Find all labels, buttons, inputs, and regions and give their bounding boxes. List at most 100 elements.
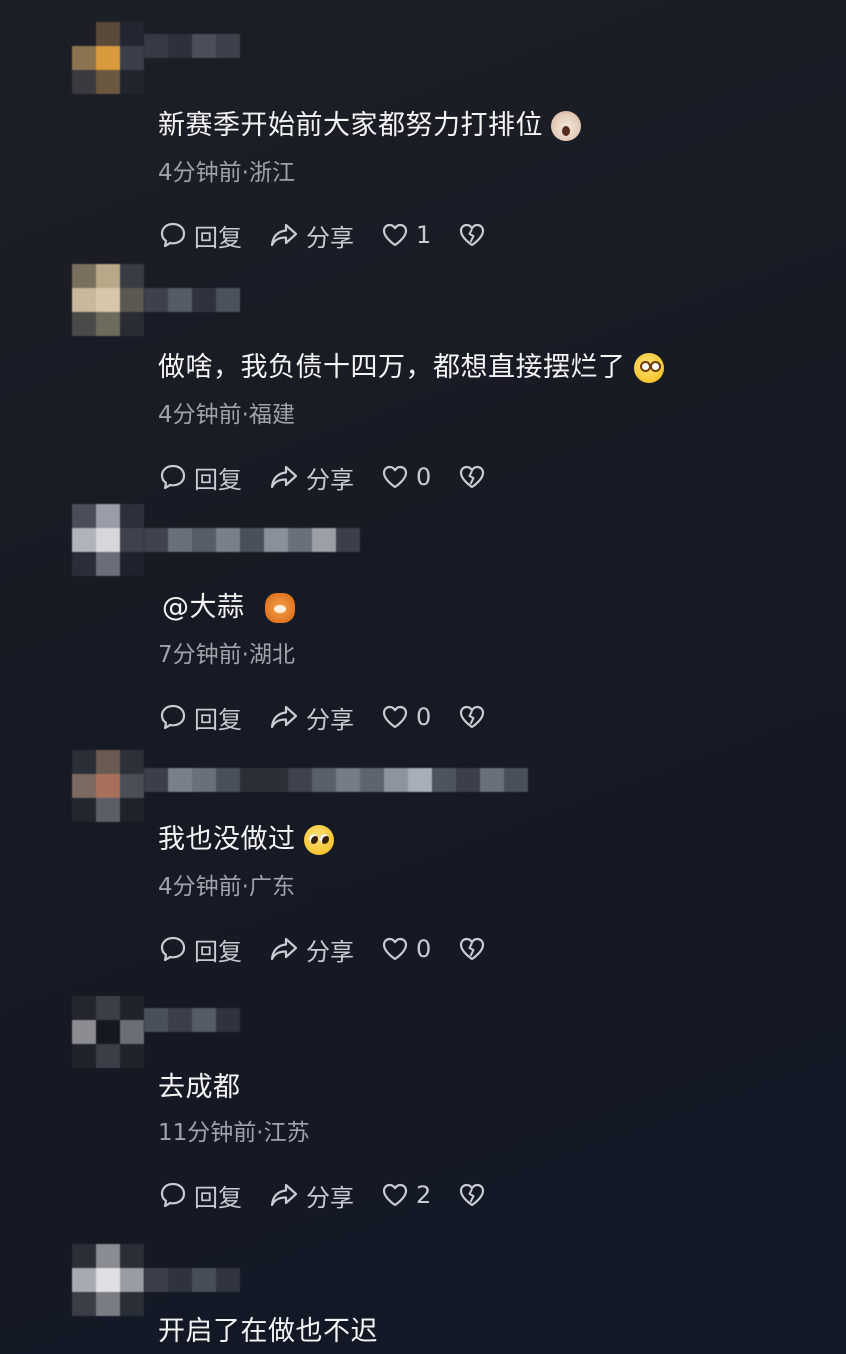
like-button[interactable]: 1: [380, 220, 431, 250]
avatar[interactable]: [72, 750, 144, 822]
like-count: 2: [416, 1181, 432, 1209]
share-arrow-icon: [270, 223, 298, 247]
dislike-button[interactable]: [457, 934, 493, 964]
reply-button[interactable]: 回复: [158, 1178, 242, 1213]
mention-link[interactable]: @大蒜: [162, 590, 245, 626]
share-button[interactable]: 分享: [268, 1178, 354, 1213]
share-label: 分享: [306, 223, 354, 252]
heart-icon: [382, 465, 408, 489]
comment-text: 我也没做过: [158, 822, 334, 858]
share-button[interactable]: 分享: [268, 932, 354, 967]
dislike-button[interactable]: [457, 702, 493, 732]
comment-actions: 回复 分享 1: [158, 218, 493, 252]
like-count: 1: [416, 221, 432, 249]
comment-body: 开启了在做也不迟: [158, 1316, 378, 1347]
reply-label: 回复: [194, 705, 242, 734]
comment-text: 做啥，我负债十四万，都想直接摆烂了: [158, 350, 664, 386]
broken-heart-icon: [460, 465, 485, 489]
reply-button[interactable]: 回复: [158, 460, 242, 495]
username-redacted[interactable]: [144, 1268, 240, 1292]
comment-location: 福建: [248, 402, 295, 428]
eye-roll-face-emoji-icon: [633, 353, 664, 383]
pleading-face-emoji-icon: [303, 825, 334, 855]
like-button[interactable]: 0: [380, 462, 431, 492]
comment-text: 去成都: [158, 1070, 241, 1106]
avatar[interactable]: [72, 504, 144, 576]
reply-label: 回复: [194, 1183, 242, 1212]
dislike-button[interactable]: [457, 220, 493, 250]
comment-item: 开启了在做也不迟: [0, 1244, 846, 1354]
comment-time: 4分钟前: [158, 874, 242, 900]
like-count: 0: [416, 463, 432, 491]
avatar[interactable]: [72, 996, 144, 1068]
reply-label: 回复: [194, 465, 242, 494]
comment-location: 广东: [248, 874, 295, 900]
username-redacted[interactable]: [144, 528, 360, 552]
comment-time: 4分钟前: [158, 402, 242, 428]
tiger-face-emoji-icon: [264, 593, 295, 623]
comment-list: 新赛季开始前大家都努力打排位 4分钟前·浙江 回复 分享 1 做啥，我负债十四万…: [0, 0, 846, 1354]
username-redacted[interactable]: [144, 34, 240, 58]
share-button[interactable]: 分享: [268, 700, 354, 735]
reply-label: 回复: [194, 937, 242, 966]
like-button[interactable]: 0: [380, 702, 431, 732]
username-redacted[interactable]: [144, 288, 240, 312]
avatar[interactable]: [72, 264, 144, 336]
comment-actions: 回复 分享 2: [158, 1178, 493, 1212]
comment-actions: 回复 分享 0: [158, 700, 493, 734]
comment-meta: 11分钟前·江苏: [158, 1118, 310, 1148]
comment-time: 4分钟前: [158, 160, 242, 186]
reply-bubble-icon: [160, 936, 186, 962]
comment-meta: 4分钟前·浙江: [158, 158, 295, 188]
reply-bubble-icon: [160, 464, 186, 490]
comment-item: 新赛季开始前大家都努力打排位 4分钟前·浙江 回复 分享 1: [0, 22, 846, 262]
like-count: 0: [416, 703, 432, 731]
dislike-button[interactable]: [457, 1180, 493, 1210]
share-arrow-icon: [270, 1183, 298, 1207]
share-label: 分享: [306, 465, 354, 494]
heart-icon: [382, 705, 408, 729]
share-label: 分享: [306, 937, 354, 966]
comment-time: 11分钟前: [158, 1120, 257, 1146]
heart-icon: [382, 937, 408, 961]
share-arrow-icon: [270, 465, 298, 489]
reply-button[interactable]: 回复: [158, 218, 242, 253]
share-button[interactable]: 分享: [268, 460, 354, 495]
comment-location: 浙江: [248, 160, 295, 186]
comment-item: 我也没做过 4分钟前·广东 回复 分享 0: [0, 750, 846, 990]
comment-location: 湖北: [248, 642, 295, 668]
comment-body: 做啥，我负债十四万，都想直接摆烂了: [158, 352, 626, 383]
reply-bubble-icon: [160, 704, 186, 730]
shocked-cat-face-emoji-icon: [551, 111, 581, 141]
meta-separator: ·: [241, 160, 249, 186]
reply-button[interactable]: 回复: [158, 932, 242, 967]
reply-button[interactable]: 回复: [158, 700, 242, 735]
like-count: 0: [416, 935, 432, 963]
username-redacted[interactable]: [144, 1008, 240, 1032]
share-arrow-icon: [270, 705, 298, 729]
avatar[interactable]: [72, 22, 144, 94]
like-button[interactable]: 0: [380, 934, 431, 964]
reply-label: 回复: [194, 223, 242, 252]
comment-body: 去成都: [158, 1072, 241, 1103]
comment-item: 去成都 11分钟前·江苏 回复 分享 2: [0, 996, 846, 1236]
meta-separator: ·: [241, 874, 249, 900]
comment-text: 新赛季开始前大家都努力打排位: [158, 108, 581, 144]
reply-bubble-icon: [160, 222, 186, 248]
share-button[interactable]: 分享: [268, 218, 354, 253]
comment-body: 我也没做过: [158, 824, 296, 855]
username-redacted[interactable]: [144, 768, 528, 792]
meta-separator: ·: [256, 1120, 264, 1146]
meta-separator: ·: [241, 642, 249, 668]
comment-meta: 4分钟前·福建: [158, 400, 295, 430]
broken-heart-icon: [460, 1183, 485, 1207]
comment-meta: 4分钟前·广东: [158, 872, 295, 902]
dislike-button[interactable]: [457, 462, 493, 492]
comment-actions: 回复 分享 0: [158, 460, 493, 494]
comment-item: @大蒜 7分钟前·湖北 回复 分享 0: [0, 504, 846, 744]
comment-item: 做啥，我负债十四万，都想直接摆烂了 4分钟前·福建 回复 分享 0: [0, 264, 846, 504]
avatar[interactable]: [72, 1244, 144, 1316]
meta-separator: ·: [241, 402, 249, 428]
like-button[interactable]: 2: [380, 1180, 431, 1210]
share-arrow-icon: [270, 937, 298, 961]
